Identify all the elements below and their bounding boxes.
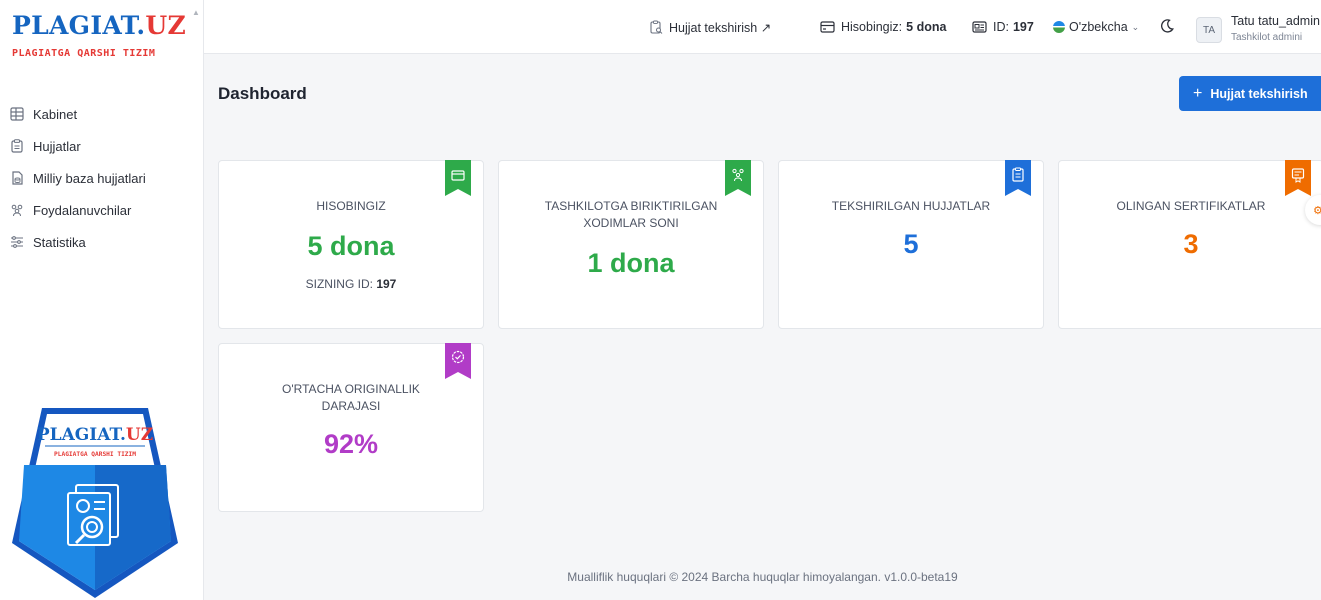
card-label: O'RTACHA ORIGINALLIK DARAJASI (282, 382, 420, 413)
language-selector[interactable]: O'zbekcha ⌄ (1053, 0, 1139, 54)
footer: Mualliflik huquqlari © 2024 Barcha huquq… (567, 570, 958, 584)
user-name[interactable]: Tatu tatu_admin (1231, 14, 1320, 28)
uzbekistan-flag-icon (1053, 21, 1065, 33)
users-icon (725, 160, 751, 196)
check-document-button[interactable]: + Hujjat tekshirish (1179, 76, 1321, 111)
avatar[interactable]: TA (1196, 17, 1222, 43)
sidebar-item-label: Kabinet (33, 106, 78, 122)
chevron-down-icon: ⌄ (1131, 21, 1140, 32)
sidebar-item-hujjatlar[interactable]: Hujjatlar (10, 130, 200, 162)
stat-card-employees: TASHKILOTGA BIRIKTIRILGAN XODIMLAR SONI … (498, 160, 764, 329)
wallet-icon (820, 21, 835, 33)
card-value: 5 dona (307, 231, 395, 261)
certificate-icon (1285, 160, 1311, 196)
balance-value: 5 dona (906, 20, 947, 34)
plus-icon: + (1193, 84, 1203, 102)
page-title: Dashboard (218, 84, 307, 103)
theme-toggle[interactable] (1159, 0, 1175, 54)
sidebar: ▲ PLAGIAT.UZ PLAGIATGA QARSHI TIZIM Kabi… (0, 0, 204, 600)
check-document-link[interactable]: Hujjat tekshirish ↗ (649, 0, 771, 54)
sidebar-item-kabinet[interactable]: Kabinet (10, 98, 200, 130)
sidebar-item-milliy-baza[interactable]: Milliy baza hujjatlari (10, 162, 200, 194)
grid-icon (10, 107, 24, 121)
user-id-indicator: ID: 197 (972, 0, 1034, 54)
stat-card-originality: O'RTACHA ORIGINALLIK DARAJASI 92% (218, 343, 484, 512)
card-label: HISOBINGIZ (316, 199, 386, 213)
scroll-up-icon[interactable]: ▲ (192, 8, 200, 17)
card-value: 3 (1183, 229, 1199, 259)
svg-text:PLAGIATGA QARSHI TIZIM: PLAGIATGA QARSHI TIZIM (54, 451, 136, 458)
user-role: Tashkilot admini (1231, 32, 1303, 43)
clipboard-icon (10, 139, 24, 153)
sidebar-item-foydalanuvchilar[interactable]: Foydalanuvchilar (10, 194, 200, 226)
card-label: TEKSHIRILGAN HUJJATLAR (831, 199, 991, 213)
moon-icon (1159, 18, 1175, 37)
card-label: OLINGAN SERTIFIKATLAR (1116, 199, 1266, 213)
clipboard-icon (1005, 160, 1031, 196)
card-value: 92% (323, 429, 379, 459)
balance-indicator[interactable]: Hisobingiz: 5 dona (820, 0, 946, 54)
card-value: 1 dona (587, 248, 675, 278)
card-sub: SIZNING ID: 197 (305, 277, 397, 291)
sidebar-nav: Kabinet Hujjatlar Milliy baza hujjatlari… (10, 98, 200, 258)
sidebar-item-label: Statistika (33, 234, 86, 250)
logo[interactable]: PLAGIAT.UZ PLAGIATGA QARSHI TIZIM (12, 10, 186, 59)
card-label: TASHKILOTGA BIRIKTIRILGAN XODIMLAR SONI (544, 199, 718, 230)
wallet-icon (445, 160, 471, 196)
sliders-icon (10, 235, 24, 249)
id-value: 197 (1012, 20, 1034, 34)
shield-logo-graphic: PLAGIAT.UZ PLAGIATGA QARSHI TIZIM (10, 405, 180, 600)
stat-card-balance: HISOBINGIZ 5 dona SIZNING ID: 197 (218, 160, 484, 329)
stat-card-checked-documents: TEKSHIRILGAN HUJJATLAR 5 (778, 160, 1044, 329)
svg-text:PLAGIAT.UZ: PLAGIAT.UZ (37, 425, 153, 445)
badge-check-icon (445, 343, 471, 379)
sidebar-item-statistika[interactable]: Statistika (10, 226, 200, 258)
sidebar-item-label: Milliy baza hujjatlari (33, 170, 146, 186)
clipboard-search-icon (649, 20, 663, 34)
database-doc-icon (10, 171, 24, 185)
sidebar-item-label: Foydalanuvchilar (33, 202, 132, 218)
card-value: 5 (903, 229, 919, 259)
stat-card-certificates: OLINGAN SERTIFIKATLAR 3 (1058, 160, 1321, 329)
logo-text: PLAGIAT.UZ (12, 11, 186, 40)
users-icon (10, 203, 24, 217)
id-card-icon (972, 21, 987, 33)
top-header: Hujjat tekshirish ↗ Hisobingiz: 5 dona ID… (204, 0, 1321, 54)
logo-subtitle: PLAGIATGA QARSHI TIZIM (12, 48, 156, 59)
sidebar-item-label: Hujjatlar (33, 138, 81, 154)
